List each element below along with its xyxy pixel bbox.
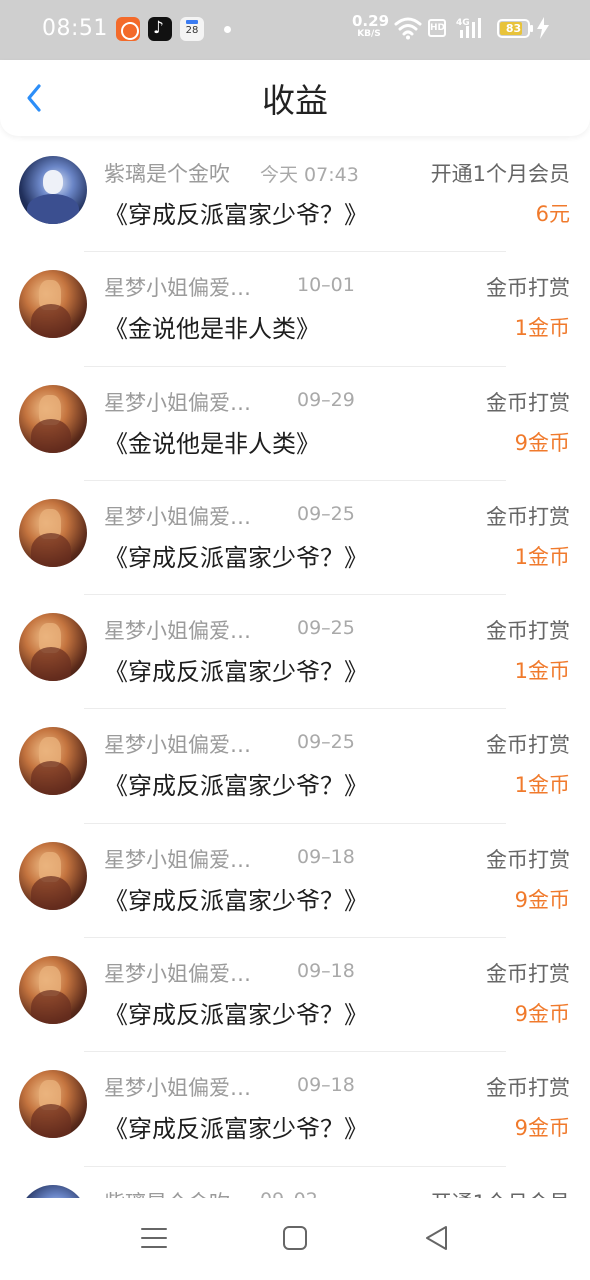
book-title: 《穿成反派富家少爷？》 [104, 772, 368, 801]
earning-amount: 9金币 [514, 430, 570, 455]
system-nav-bar [0, 1198, 590, 1280]
earning-record[interactable]: 星梦小姐偏爱… 09–25 金币打赏《穿成反派富家少爷？》 1金币 [0, 595, 590, 710]
earnings-list[interactable]: 紫璃是个金吹 今天 07:43 开通1个月会员 《穿成反派富家少爷？》 6元 星梦小姐偏爱… [0, 138, 590, 1198]
earning-type: 金币打赏 [486, 733, 570, 758]
avatar[interactable] [19, 841, 87, 910]
sender-name: 星梦小姐偏爱… [104, 619, 251, 644]
triangle-back-icon [426, 1226, 447, 1250]
book-title: 《穿成反派富家少爷？》 [104, 543, 368, 572]
network-speed-value: 0.29 [352, 12, 390, 30]
record-time: 今天 07:43 [260, 164, 359, 186]
avatar[interactable] [19, 727, 87, 796]
earning-record[interactable]: 星梦小姐偏爱… 09–18 金币打赏《穿成反派富家少爷？》 9金币 [0, 824, 590, 939]
earning-amount: 9金币 [514, 887, 570, 912]
record-time: 09–25 [297, 502, 355, 525]
back-nav-button[interactable] [416, 1220, 456, 1256]
earning-amount: 1金币 [514, 773, 570, 798]
back-button[interactable] [14, 78, 54, 118]
page-title: 收益 [262, 81, 328, 120]
earning-type: 金币打赏 [486, 847, 570, 872]
earning-amount: 1金币 [514, 659, 570, 684]
app-notification-icon [116, 17, 140, 41]
earning-record[interactable]: 星梦小姐偏爱… 09–25 金币打赏《穿成反派富家少爷？》 1金币 [0, 481, 590, 596]
battery-level: 83 [505, 22, 522, 35]
earning-record[interactable]: 紫璃是个金吹 09–02 开通1个月会员 [0, 1167, 590, 1198]
book-title: 《穿成反派富家少爷？》 [104, 1001, 368, 1030]
avatar[interactable] [19, 156, 87, 224]
sender-name: 星梦小姐偏爱… [104, 733, 251, 758]
status-time: 08:51 [42, 16, 108, 41]
signal-icon: 4G [456, 18, 481, 38]
sender-name: 紫璃是个金吹 [104, 1187, 230, 1198]
record-time: 09–18 [297, 845, 355, 868]
earning-type: 金币打赏 [486, 619, 570, 644]
earning-amount: 6元 [535, 202, 570, 226]
earning-type: 金币打赏 [486, 390, 570, 415]
record-time: 09–18 [297, 1074, 355, 1097]
network-speed-unit: KB/S [357, 29, 381, 39]
calendar-day: 28 [185, 25, 199, 36]
earning-type: 金币打赏 [486, 276, 570, 301]
menu-icon [141, 1228, 167, 1248]
earning-amount: 1金币 [514, 544, 570, 569]
sender-name: 星梦小姐偏爱… [104, 962, 251, 987]
avatar[interactable] [19, 270, 87, 339]
avatar[interactable] [19, 1070, 87, 1139]
more-notifications-dot [224, 26, 231, 33]
earning-record[interactable]: 星梦小姐偏爱… 09–25 金币打赏《穿成反派富家少爷？》 1金币 [0, 709, 590, 824]
earning-record[interactable]: 星梦小姐偏爱… 09–18 金币打赏《穿成反派富家少爷？》 9金币 [0, 1052, 590, 1167]
sender-name: 星梦小姐偏爱… [104, 1076, 251, 1101]
wifi-icon [394, 17, 422, 40]
record-time: 09–25 [297, 731, 355, 754]
charging-icon [537, 17, 549, 39]
status-bar: 08:51 28 0.29 KB/S HD 4G 83 [0, 0, 590, 60]
earning-type: 开通1个月会员 [430, 162, 570, 186]
earning-amount: 1金币 [514, 316, 570, 341]
square-home-icon [283, 1226, 307, 1250]
record-time: 10–01 [297, 274, 355, 297]
earning-record[interactable]: 星梦小姐偏爱… 09–29 金币打赏《金说他是非人类》 9金币 [0, 367, 590, 481]
record-time: 09–02 [260, 1189, 318, 1198]
sender-name: 星梦小姐偏爱… [104, 276, 251, 301]
record-time: 09–29 [297, 388, 355, 411]
sender-name: 紫璃是个金吹 [104, 162, 230, 186]
earning-record[interactable]: 星梦小姐偏爱… 10–01 金币打赏《金说他是非人类》 1金币 [0, 252, 590, 367]
sender-name: 星梦小姐偏爱… [104, 504, 251, 529]
battery-icon: 83 [497, 19, 533, 38]
book-title: 《穿成反派富家少爷？》 [104, 886, 368, 915]
tiktok-notification-icon [148, 17, 172, 41]
book-title: 《金说他是非人类》 [104, 429, 320, 458]
menu-button[interactable] [134, 1220, 174, 1256]
earning-type: 金币打赏 [486, 1076, 570, 1101]
avatar[interactable] [19, 498, 87, 567]
book-title: 《穿成反派富家少爷？》 [104, 201, 368, 229]
earning-record[interactable]: 紫璃是个金吹 今天 07:43 开通1个月会员《穿成反派富家少爷？》 6元 [0, 138, 590, 253]
avatar[interactable] [19, 956, 87, 1025]
record-time: 09–18 [297, 960, 355, 983]
book-title: 《金说他是非人类》 [104, 315, 320, 344]
earning-record[interactable]: 星梦小姐偏爱… 09–18 金币打赏《穿成反派富家少爷？》 9金币 [0, 938, 590, 1053]
avatar[interactable] [19, 1184, 87, 1198]
earning-type: 金币打赏 [486, 962, 570, 987]
home-button[interactable] [275, 1220, 315, 1256]
sender-name: 星梦小姐偏爱… [104, 847, 251, 872]
calendar-notification-icon: 28 [180, 17, 204, 41]
book-title: 《穿成反派富家少爷？》 [104, 1115, 368, 1144]
sender-name: 星梦小姐偏爱… [104, 390, 251, 415]
book-title: 《穿成反派富家少爷？》 [104, 658, 368, 687]
avatar[interactable] [19, 613, 87, 682]
network-speed: 0.29 KB/S [352, 12, 390, 39]
earning-amount: 9金币 [514, 1002, 570, 1027]
earning-type: 开通1个月会员 [431, 1187, 570, 1198]
app-header: 收益 [0, 60, 590, 136]
record-time: 09–25 [297, 617, 355, 640]
chevron-left-icon [27, 84, 41, 112]
hd-voice-icon: HD [428, 19, 446, 37]
earning-type: 金币打赏 [486, 504, 570, 529]
earning-amount: 9金币 [514, 1116, 570, 1141]
avatar[interactable] [19, 384, 87, 453]
